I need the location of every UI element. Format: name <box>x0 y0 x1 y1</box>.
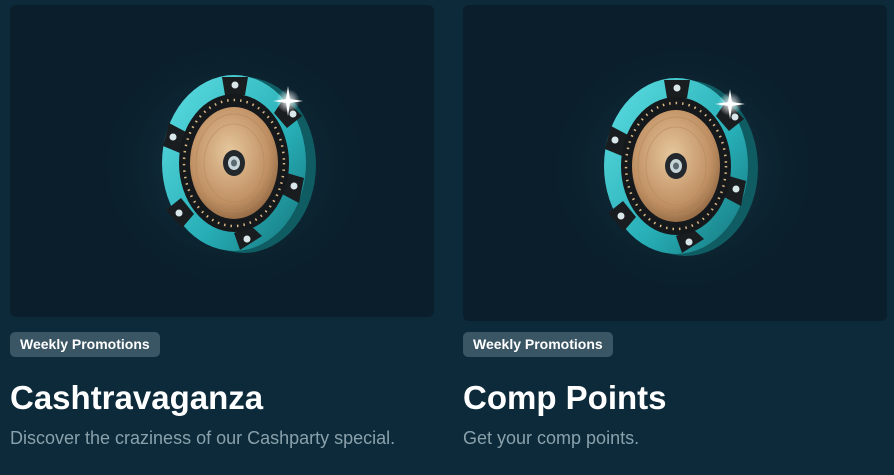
promotion-image[interactable] <box>10 5 434 317</box>
promotion-card-comp-points[interactable]: Weekly Promotions Comp Points Get your c… <box>463 5 887 448</box>
poker-chip-icon <box>94 35 374 295</box>
promotion-title[interactable]: Cashtravaganza <box>10 378 263 418</box>
promotion-category-badge[interactable]: Weekly Promotions <box>10 332 160 357</box>
poker-chip-icon <box>543 38 823 298</box>
promotion-category-badge[interactable]: Weekly Promotions <box>463 332 613 357</box>
promotion-card-cashtravaganza[interactable]: Weekly Promotions Cashtravaganza Discove… <box>10 5 434 448</box>
promotions-grid: Weekly Promotions Cashtravaganza Discove… <box>0 0 894 475</box>
promotion-image[interactable] <box>463 5 887 321</box>
promotion-description: Discover the craziness of our Cashparty … <box>10 428 396 448</box>
promotion-title[interactable]: Comp Points <box>463 378 667 418</box>
promotion-description: Get your comp points. <box>463 428 640 448</box>
